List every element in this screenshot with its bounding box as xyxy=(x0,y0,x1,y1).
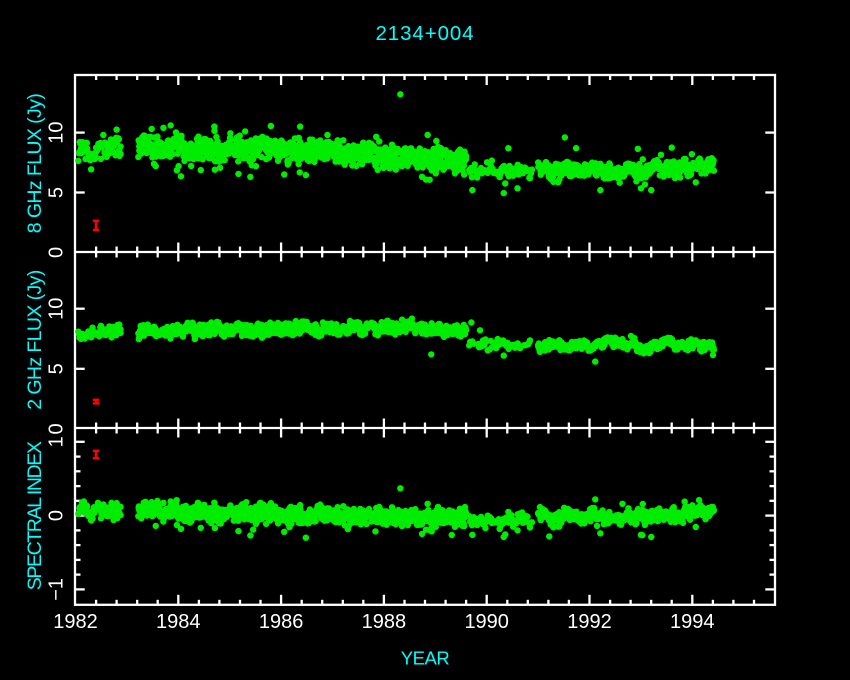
svg-text:5: 5 xyxy=(46,363,68,374)
svg-text:YEAR: YEAR xyxy=(401,648,450,669)
svg-text:1988: 1988 xyxy=(362,611,407,633)
svg-text:0: 0 xyxy=(46,510,68,521)
svg-text:1990: 1990 xyxy=(464,611,509,633)
svg-text:SPECTRAL INDEX: SPECTRAL INDEX xyxy=(24,441,46,590)
svg-text:1984: 1984 xyxy=(156,611,201,633)
svg-text:0: 0 xyxy=(46,247,68,258)
svg-text:8 GHz FLUX (Jy): 8 GHz FLUX (Jy) xyxy=(24,94,46,234)
svg-text:1994: 1994 xyxy=(670,611,715,633)
svg-text:2134+004: 2134+004 xyxy=(376,22,475,45)
svg-text:1: 1 xyxy=(46,436,68,447)
svg-text:1982: 1982 xyxy=(53,611,98,633)
svg-text:0: 0 xyxy=(46,423,68,434)
svg-text:5: 5 xyxy=(46,187,68,198)
svg-text:2 GHz FLUX (Jy): 2 GHz FLUX (Jy) xyxy=(24,270,46,410)
svg-text:1992: 1992 xyxy=(567,611,612,633)
svg-text:1986: 1986 xyxy=(259,611,304,633)
svg-text:10: 10 xyxy=(46,298,68,320)
svg-text:−1: −1 xyxy=(46,578,68,601)
svg-text:10: 10 xyxy=(46,121,68,143)
